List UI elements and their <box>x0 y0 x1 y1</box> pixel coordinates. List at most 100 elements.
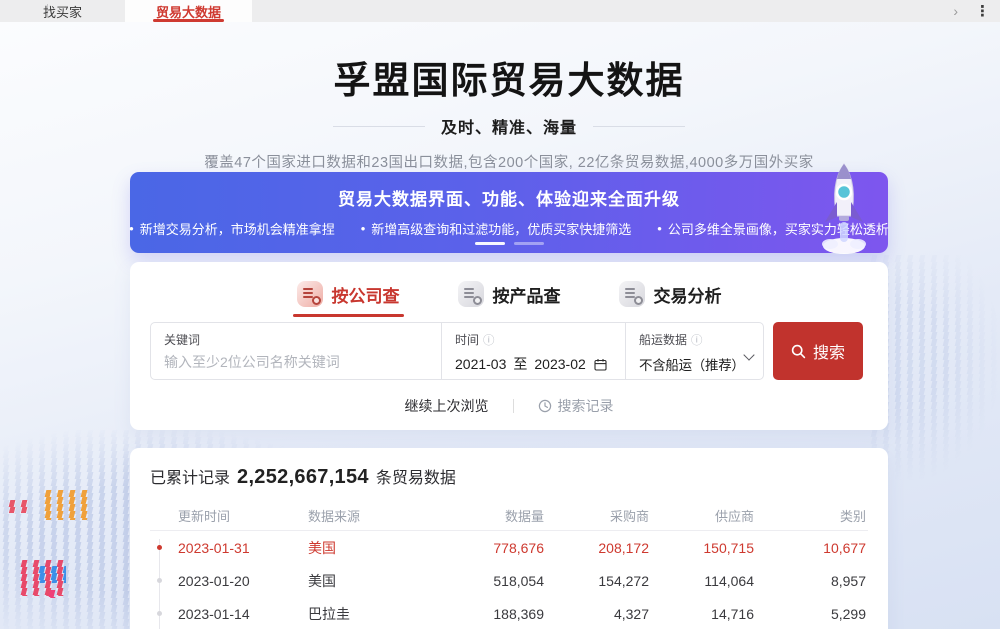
subtitle-line-left <box>333 126 425 127</box>
tab-find-buyers[interactable]: 找买家 <box>0 0 125 22</box>
tab-search-by-product[interactable]: 按产品查 <box>458 281 561 317</box>
tab-trade-bigdata[interactable]: 贸易大数据 <box>125 0 252 22</box>
cell-source: 美国 <box>300 538 430 558</box>
cell-buyers: 154,272 <box>546 573 651 589</box>
bullet-dot-icon: • <box>129 221 134 236</box>
link-separator <box>513 399 514 413</box>
table-row[interactable]: 2023-01-14 巴拉圭 188,369 4,327 14,716 5,29… <box>150 597 868 629</box>
time-to-word: 至 <box>513 354 527 374</box>
continue-last-browse-link[interactable]: 继续上次浏览 <box>405 396 489 416</box>
keyword-input[interactable] <box>164 354 428 370</box>
col-categories: 类别 <box>756 506 868 525</box>
cell-date: 2023-01-14 <box>170 606 300 622</box>
upgrade-banner[interactable]: 贸易大数据界面、功能、体验迎来全面升级 • 新增交易分析，市场机会精准拿捏 • … <box>130 172 888 253</box>
page-description: 覆盖47个国家进口数据和23国出口数据,包含200个国家, 22亿条贸易数据,4… <box>130 151 888 172</box>
col-suppliers: 供应商 <box>651 506 756 525</box>
stats-total-count: 2,252,667,154 <box>237 466 369 489</box>
tab-label: 交易分析 <box>654 282 722 307</box>
search-button-label: 搜索 <box>813 339 845 363</box>
keyword-field-group: 关键词 <box>151 323 441 379</box>
cell-buyers: 208,172 <box>546 540 651 556</box>
stats-prefix: 已累计记录 <box>150 464 230 488</box>
search-card: 按公司查 按产品查 交易分析 关键词 <box>130 262 888 430</box>
banner-bullet-list: • 新增交易分析，市场机会精准拿捏 • 新增高级查询和过滤功能，优质买家快捷筛选… <box>130 219 888 238</box>
subtitle-line-right <box>593 126 685 127</box>
page-title: 孚盟国际贸易大数据 <box>130 50 888 104</box>
trade-data-card: 已累计记录 2,252,667,154 条贸易数据 更新时间 数据来源 数据量 … <box>130 448 888 629</box>
cell-volume: 518,054 <box>430 573 546 589</box>
cell-source: 美国 <box>300 571 430 591</box>
carousel-dash-inactive[interactable] <box>514 242 544 245</box>
search-button[interactable]: 搜索 <box>773 322 863 380</box>
col-buyers: 采购商 <box>546 506 651 525</box>
tab-trade-bigdata-label: 贸易大数据 <box>156 2 221 21</box>
timeline-marker <box>157 545 162 550</box>
trade-data-table: 更新时间 数据来源 数据量 采购商 供应商 类别 2023-01-31 美国 7… <box>150 501 868 629</box>
analysis-icon <box>619 281 645 307</box>
kebab-menu-icon[interactable]: ⋮ <box>975 0 990 22</box>
cell-source: 巴拉圭 <box>300 604 430 624</box>
banner-bullet-text: 新增交易分析，市场机会精准拿捏 <box>140 219 335 238</box>
shipping-field-group[interactable]: 船运数据 ⓘ 不含船运（推荐） <box>626 323 763 379</box>
table-row[interactable]: 2023-01-31 美国 778,676 208,172 150,715 10… <box>150 531 868 564</box>
cell-categories: 10,677 <box>756 540 868 556</box>
keyword-label: 关键词 <box>164 331 428 348</box>
tab-label: 按公司查 <box>332 282 400 307</box>
banner-bullet: • 新增高级查询和过滤功能，优质买家快捷筛选 <box>361 219 632 238</box>
product-search-icon <box>458 281 484 307</box>
active-tab-underline <box>153 19 224 22</box>
shipping-label: 船运数据 <box>639 331 687 348</box>
cell-suppliers: 150,715 <box>651 540 756 556</box>
trade-bigdata-page: 找买家 贸易大数据 › ⋮ 孚盟国际贸易大数据 及时、精准、海量 覆盖47个国家… <box>0 0 1000 629</box>
banner-title: 贸易大数据界面、功能、体验迎来全面升级 <box>130 185 888 210</box>
secondary-links: 继续上次浏览 搜索记录 <box>130 396 888 416</box>
shipping-label-row: 船运数据 ⓘ <box>639 331 750 348</box>
cell-volume: 188,369 <box>430 606 546 622</box>
time-field-group[interactable]: 时间 ⓘ 2021-03 至 2023-02 <box>442 323 625 379</box>
info-icon[interactable]: ⓘ <box>483 332 495 348</box>
cell-suppliers: 14,716 <box>651 606 756 622</box>
clock-icon <box>538 399 552 413</box>
col-data-source: 数据来源 <box>300 506 430 525</box>
table-header-row: 更新时间 数据来源 数据量 采购商 供应商 类别 <box>150 501 868 531</box>
bullet-dot-icon: • <box>361 221 366 236</box>
browser-tab-strip: 找买家 贸易大数据 › ⋮ <box>0 0 1000 22</box>
shipping-selected-value: 不含船运（推荐） <box>639 354 750 374</box>
carousel-dash-active[interactable] <box>475 242 505 245</box>
rocket-illustration <box>816 160 872 256</box>
timeline-marker <box>157 578 162 583</box>
time-from: 2021-03 <box>455 356 506 372</box>
map-highlight-orange <box>42 490 88 520</box>
tab-label: 按产品查 <box>493 282 561 307</box>
map-highlight-red <box>6 500 32 513</box>
banner-bullet-text: 新增高级查询和过滤功能，优质买家快捷筛选 <box>371 219 631 238</box>
tab-search-by-company[interactable]: 按公司查 <box>297 281 400 317</box>
banner-bullet: • 新增交易分析，市场机会精准拿捏 <box>129 219 335 238</box>
info-icon[interactable]: ⓘ <box>691 332 703 348</box>
cell-date: 2023-01-20 <box>170 573 300 589</box>
time-label-row: 时间 ⓘ <box>455 331 612 348</box>
chevron-right-icon[interactable]: › <box>953 0 958 22</box>
cell-categories: 8,957 <box>756 573 868 589</box>
table-row[interactable]: 2023-01-20 美国 518,054 154,272 114,064 8,… <box>150 564 868 597</box>
tab-trade-analysis[interactable]: 交易分析 <box>619 281 722 317</box>
col-update-time: 更新时间 <box>170 506 300 525</box>
timeline-marker <box>157 611 162 616</box>
map-highlight-pink <box>46 590 60 598</box>
page-subtitle: 及时、精准、海量 <box>441 114 577 138</box>
cell-buyers: 4,327 <box>546 606 651 622</box>
hero-section: 孚盟国际贸易大数据 及时、精准、海量 覆盖47个国家进口数据和23国出口数据,包… <box>130 50 888 172</box>
search-history-label: 搜索记录 <box>558 396 614 416</box>
time-range-value[interactable]: 2021-03 至 2023-02 <box>455 354 612 374</box>
stats-suffix: 条贸易数据 <box>376 464 456 488</box>
cell-volume: 778,676 <box>430 540 546 556</box>
search-icon <box>791 344 806 359</box>
map-highlight-blue <box>36 566 66 583</box>
cell-date: 2023-01-31 <box>170 540 300 556</box>
accumulated-records: 已累计记录 2,252,667,154 条贸易数据 <box>150 464 868 489</box>
calendar-icon <box>594 358 607 371</box>
search-history-link[interactable]: 搜索记录 <box>538 396 614 416</box>
company-search-icon <box>297 281 323 307</box>
page-subtitle-row: 及时、精准、海量 <box>130 114 888 138</box>
search-form: 关键词 时间 ⓘ 2021-03 至 2023-02 <box>150 322 764 380</box>
